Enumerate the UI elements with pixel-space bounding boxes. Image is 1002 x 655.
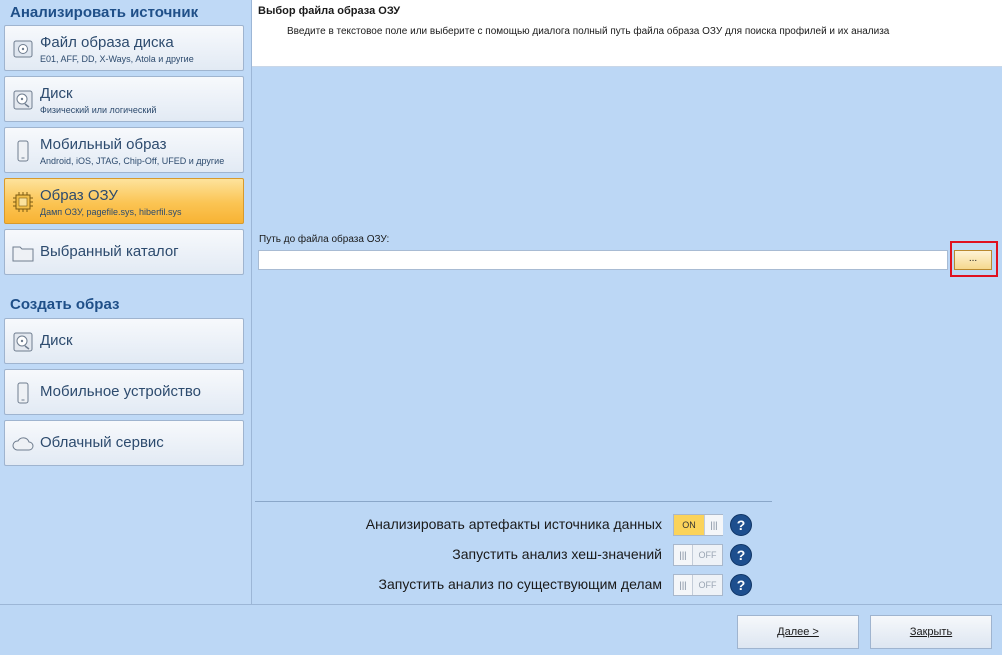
page-description: Введите в текстовое поле или выберите с … xyxy=(287,26,890,37)
toggle-existing-cases[interactable]: ||| OFF xyxy=(673,574,723,596)
toggle-on-text: ON xyxy=(674,515,704,535)
nav-item-title: Выбранный каталог xyxy=(40,243,179,260)
folder-icon xyxy=(12,246,34,262)
nav-item-title: Облачный сервис xyxy=(40,434,164,451)
toggle-hash-analysis[interactable]: ||| OFF xyxy=(673,544,723,566)
option-label-existing-cases: Запустить анализ по существующим делам xyxy=(378,576,662,592)
toggle-off-text: OFF xyxy=(698,550,717,560)
nav-mobile-image[interactable]: Мобильный образ Android, iOS, JTAG, Chip… xyxy=(4,127,244,173)
help-icon[interactable]: ? xyxy=(730,514,752,536)
footer-separator xyxy=(0,604,1002,605)
nav-item-title: Диск xyxy=(40,85,73,102)
nav-create-mobile-device[interactable]: Мобильное устройство xyxy=(4,369,244,415)
disk-image-icon xyxy=(13,40,33,58)
mobile-image-icon xyxy=(17,140,29,162)
ram-image-path-input[interactable] xyxy=(258,250,948,270)
nav-disk[interactable]: Диск Физический или логический xyxy=(4,76,244,122)
page-header: Выбор файла образа ОЗУ Введите в текстов… xyxy=(252,0,1002,67)
toggle-grip-icon: ||| xyxy=(674,575,693,595)
nav-selected-folder[interactable]: Выбранный каталог xyxy=(4,229,244,275)
nav-item-title: Образ ОЗУ xyxy=(40,187,118,204)
sidebar: Анализировать источник Файл образа диска… xyxy=(0,0,252,604)
nav-disk-image-file[interactable]: Файл образа диска E01, AFF, DD, X-Ways, … xyxy=(4,25,244,71)
nav-ram-image[interactable]: Образ ОЗУ Дамп ОЗУ, pagefile.sys, hiberf… xyxy=(4,178,244,224)
page-title: Выбор файла образа ОЗУ xyxy=(258,5,401,17)
option-label-hash-analysis: Запустить анализ хеш-значений xyxy=(452,546,662,562)
analyze-section-title: Анализировать источник xyxy=(10,4,199,21)
nav-item-title: Мобильное устройство xyxy=(40,383,201,400)
hard-disk-icon xyxy=(13,332,33,352)
toggle-analyze-artifacts[interactable]: ON ||| xyxy=(673,514,723,536)
toggle-off-text: OFF xyxy=(698,580,717,590)
help-icon[interactable]: ? xyxy=(730,544,752,566)
nav-item-title: Мобильный образ xyxy=(40,136,167,153)
nav-item-subtitle: Android, iOS, JTAG, Chip-Off, UFED и дру… xyxy=(40,156,225,166)
cloud-icon xyxy=(12,437,34,451)
option-label-analyze-artifacts: Анализировать артефакты источника данных xyxy=(365,516,662,532)
browse-button[interactable]: ... xyxy=(954,250,992,270)
toggle-grip-icon: ||| xyxy=(704,515,723,535)
nav-item-subtitle: Физический или логический xyxy=(40,105,157,115)
mobile-device-icon xyxy=(17,382,29,404)
nav-item-subtitle: Дамп ОЗУ, pagefile.sys, hiberfil.sys xyxy=(40,207,182,217)
toggle-grip-icon: ||| xyxy=(674,545,693,565)
create-section-title: Создать образ xyxy=(10,296,120,313)
path-field-label: Путь до файла образа ОЗУ: xyxy=(259,234,390,245)
nav-item-title: Файл образа диска xyxy=(40,34,174,51)
hard-disk-icon xyxy=(13,90,33,110)
next-button[interactable]: Далее > xyxy=(737,615,859,649)
help-icon[interactable]: ? xyxy=(730,574,752,596)
nav-create-cloud-service[interactable]: Облачный сервис xyxy=(4,420,244,466)
nav-item-title: Диск xyxy=(40,332,73,349)
ram-chip-icon xyxy=(13,192,33,212)
nav-create-disk[interactable]: Диск xyxy=(4,318,244,364)
options-separator xyxy=(255,501,772,502)
nav-item-subtitle: E01, AFF, DD, X-Ways, Atola и другие xyxy=(40,54,194,64)
close-button[interactable]: Закрыть xyxy=(870,615,992,649)
